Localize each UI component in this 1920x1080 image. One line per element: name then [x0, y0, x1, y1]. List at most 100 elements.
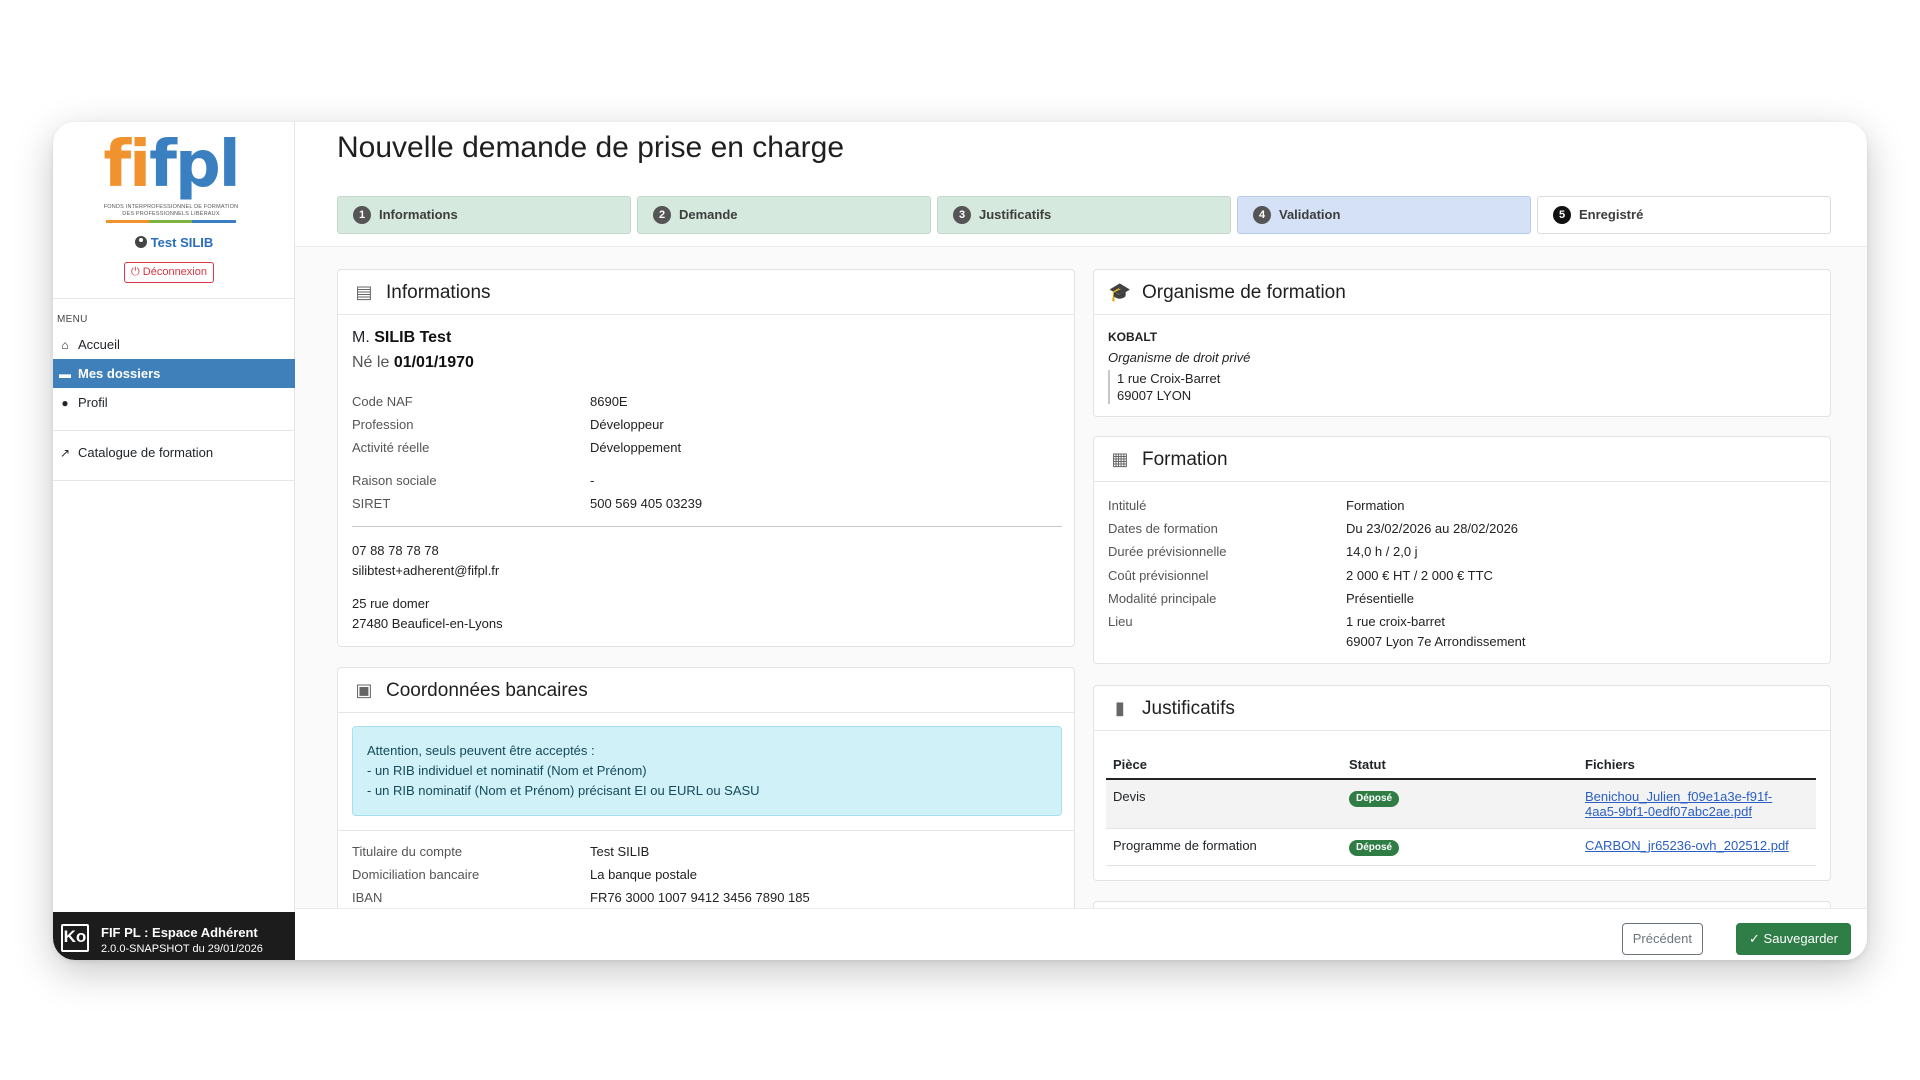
birthdate-value: 01/01/1970: [393, 354, 474, 371]
sidebar-item-label: Profil: [78, 395, 108, 410]
alert-line: - un RIB individuel et nominatif (Nom et…: [367, 763, 647, 778]
step-enregistre: 5 Enregistré: [1537, 196, 1831, 234]
card-title: Justificatifs: [1142, 698, 1235, 719]
app-footer-badge: Ko FIF PL : Espace Adhérent 2.0.0-SNAPSH…: [53, 912, 295, 960]
step-informations[interactable]: 1 Informations: [337, 196, 631, 234]
step-label: Enregistré: [1579, 207, 1644, 222]
previous-button[interactable]: Précédent: [1621, 923, 1703, 955]
document-icon: ▮: [1115, 698, 1125, 718]
graduation-cap-icon: 🎓: [1108, 282, 1132, 302]
file-cell: Benichou_Julien_f09e1a3e-f91f- 4aa5-9bf1-…: [1578, 779, 1816, 829]
field-value: Développeur: [590, 417, 664, 432]
lieu-line-2: 69007 Lyon 7e Arrondissement: [1346, 634, 1526, 649]
sidebar-item-catalogue[interactable]: ↗ Catalogue de formation: [53, 438, 295, 467]
email-address: silibtest+adherent@fifpl.fr: [352, 563, 500, 578]
formation-card: ▦ Formation Intitulé Formation Dates de f…: [1093, 436, 1831, 664]
address-border: [1108, 370, 1110, 404]
address-line-2: 27480 Beauficel-en-Lyons: [352, 616, 503, 631]
sidebar-item-label: Accueil: [78, 337, 120, 352]
logout-button[interactable]: ⏻ Déconnexion: [124, 262, 214, 283]
external-link-icon: ↗: [59, 446, 71, 460]
phone-number: 07 88 78 78 78: [352, 543, 439, 558]
status-cell: Déposé: [1342, 779, 1578, 829]
user-icon: ●: [61, 396, 69, 410]
user-name: Test SILIB: [150, 235, 214, 250]
section-divider: [338, 830, 1074, 831]
card-header: ▦ Formation: [1094, 437, 1830, 482]
civility: M.: [352, 329, 370, 346]
field-value: -: [590, 473, 595, 488]
step-number: 5: [1553, 206, 1571, 224]
sidebar-item-profil[interactable]: ● Profil: [53, 388, 295, 417]
sidebar: fifpl FONDS INTERPROFESSIONNEL DE FORMAT…: [53, 122, 295, 960]
sidebar-divider: [53, 480, 295, 481]
card-header: ▤ Informations: [338, 270, 1074, 315]
app-window: fifpl FONDS INTERPROFESSIONNEL DE FORMAT…: [53, 122, 1867, 960]
file-cell: CARBON_jr65236-ovh_202512.pdf: [1578, 828, 1816, 866]
home-icon: ⌂: [61, 338, 69, 352]
step-label: Justificatifs: [979, 207, 1052, 222]
action-footer: Précédent ✓ Sauvegarder: [295, 908, 1867, 960]
field-value: 500 569 405 03239: [590, 496, 703, 511]
sidebar-divider: [53, 430, 295, 431]
page-header: Nouvelle demande de prise en charge 1 Inf…: [295, 122, 1867, 247]
step-demande[interactable]: 2 Demande: [637, 196, 931, 234]
user-name-link[interactable]: Test SILIB: [53, 235, 295, 250]
person-name: M. SILIB Test: [352, 329, 451, 347]
field-value: 14,0 h / 2,0 j: [1346, 544, 1418, 559]
logo-tagline-2: DES PROFESSIONNELS LIBÉRAUX: [122, 211, 220, 217]
file-link[interactable]: Benichou_Julien_f09e1a3e-f91f- 4aa5-9bf1-…: [1585, 789, 1772, 819]
field-value: Test SILIB: [590, 844, 650, 859]
step-label: Demande: [679, 207, 738, 222]
section-divider: [352, 526, 1062, 527]
piece-name: Devis: [1106, 779, 1342, 829]
field-value: 8690E: [590, 394, 628, 409]
organisme-type: Organisme de droit privé: [1108, 350, 1251, 365]
step-number: 4: [1253, 206, 1271, 224]
step-validation[interactable]: 4 Validation: [1237, 196, 1531, 234]
field-value: Du 23/02/2026 au 28/02/2026: [1346, 521, 1519, 536]
save-label: Sauvegarder: [1763, 931, 1838, 946]
table-header-row: Pièce Statut Fichiers: [1106, 751, 1816, 780]
field-value: 1 rue croix-barret: [1346, 614, 1445, 629]
step-justificatifs[interactable]: 3 Justificatifs: [937, 196, 1231, 234]
field-label: Domiciliation bancaire: [352, 867, 480, 882]
sidebar-item-mes-dossiers[interactable]: ▬ Mes dossiers: [53, 359, 295, 388]
status-badge: Déposé: [1349, 840, 1400, 856]
card-title: Coordonnées bancaires: [386, 680, 588, 701]
field-label: Activité réelle: [352, 440, 430, 455]
file-link-line: 4aa5-9bf1-0edf07abc2ae.pdf: [1585, 804, 1752, 819]
sidebar-item-label: Mes dossiers: [78, 366, 161, 381]
sidebar-item-accueil[interactable]: ⌂ Accueil: [53, 330, 295, 359]
logo-fpl: fpl: [149, 128, 241, 202]
field-value: La banque postale: [590, 867, 697, 882]
content-scroll-area[interactable]: ▤ Informations M. SILIB Test Né le 01/01/…: [295, 247, 1867, 908]
menu-heading: MENU: [57, 314, 88, 325]
organisme-address-2: 69007 LYON: [1117, 388, 1192, 403]
card-header: 🎓 Organisme de formation: [1094, 270, 1830, 315]
field-label: SIRET: [352, 496, 391, 511]
card-title: Organisme de formation: [1142, 282, 1346, 303]
fifpl-logo[interactable]: fifpl FONDS INTERPROFESSIONNEL DE FORMAT…: [101, 126, 241, 228]
justificatifs-card: ▮ Justificatifs Pièce Statut Fichiers Dev…: [1093, 685, 1831, 881]
card-header: ▣ Coordonnées bancaires: [338, 668, 1074, 713]
step-number: 2: [653, 206, 671, 224]
born-prefix: Né le: [352, 354, 390, 371]
app-name: FIF PL : Espace Adhérent: [101, 925, 258, 940]
field-label: IBAN: [352, 890, 383, 905]
main-area: Nouvelle demande de prise en charge 1 Inf…: [295, 122, 1867, 960]
alert-line: - un RIB nominatif (Nom et Prénom) préci…: [367, 783, 760, 798]
field-label: Intitulé: [1108, 498, 1147, 513]
field-value: FR76 3000 1007 9412 3456 7890 185: [590, 890, 810, 905]
column-header: Pièce: [1106, 751, 1342, 780]
field-label: Titulaire du compte: [352, 844, 463, 859]
sidebar-item-label: Catalogue de formation: [78, 445, 214, 460]
file-link[interactable]: CARBON_jr65236-ovh_202512.pdf: [1585, 838, 1789, 853]
power-icon: ⏻: [131, 266, 140, 278]
logo-fi: fi: [103, 128, 151, 202]
save-button[interactable]: ✓ Sauvegarder: [1736, 923, 1851, 955]
justificatifs-table: Pièce Statut Fichiers Devis Déposé Benic…: [1106, 751, 1816, 866]
page-title: Nouvelle demande de prise en charge: [337, 131, 844, 164]
column-header: Fichiers: [1578, 751, 1816, 780]
folder-open-icon: ▬: [59, 367, 71, 381]
